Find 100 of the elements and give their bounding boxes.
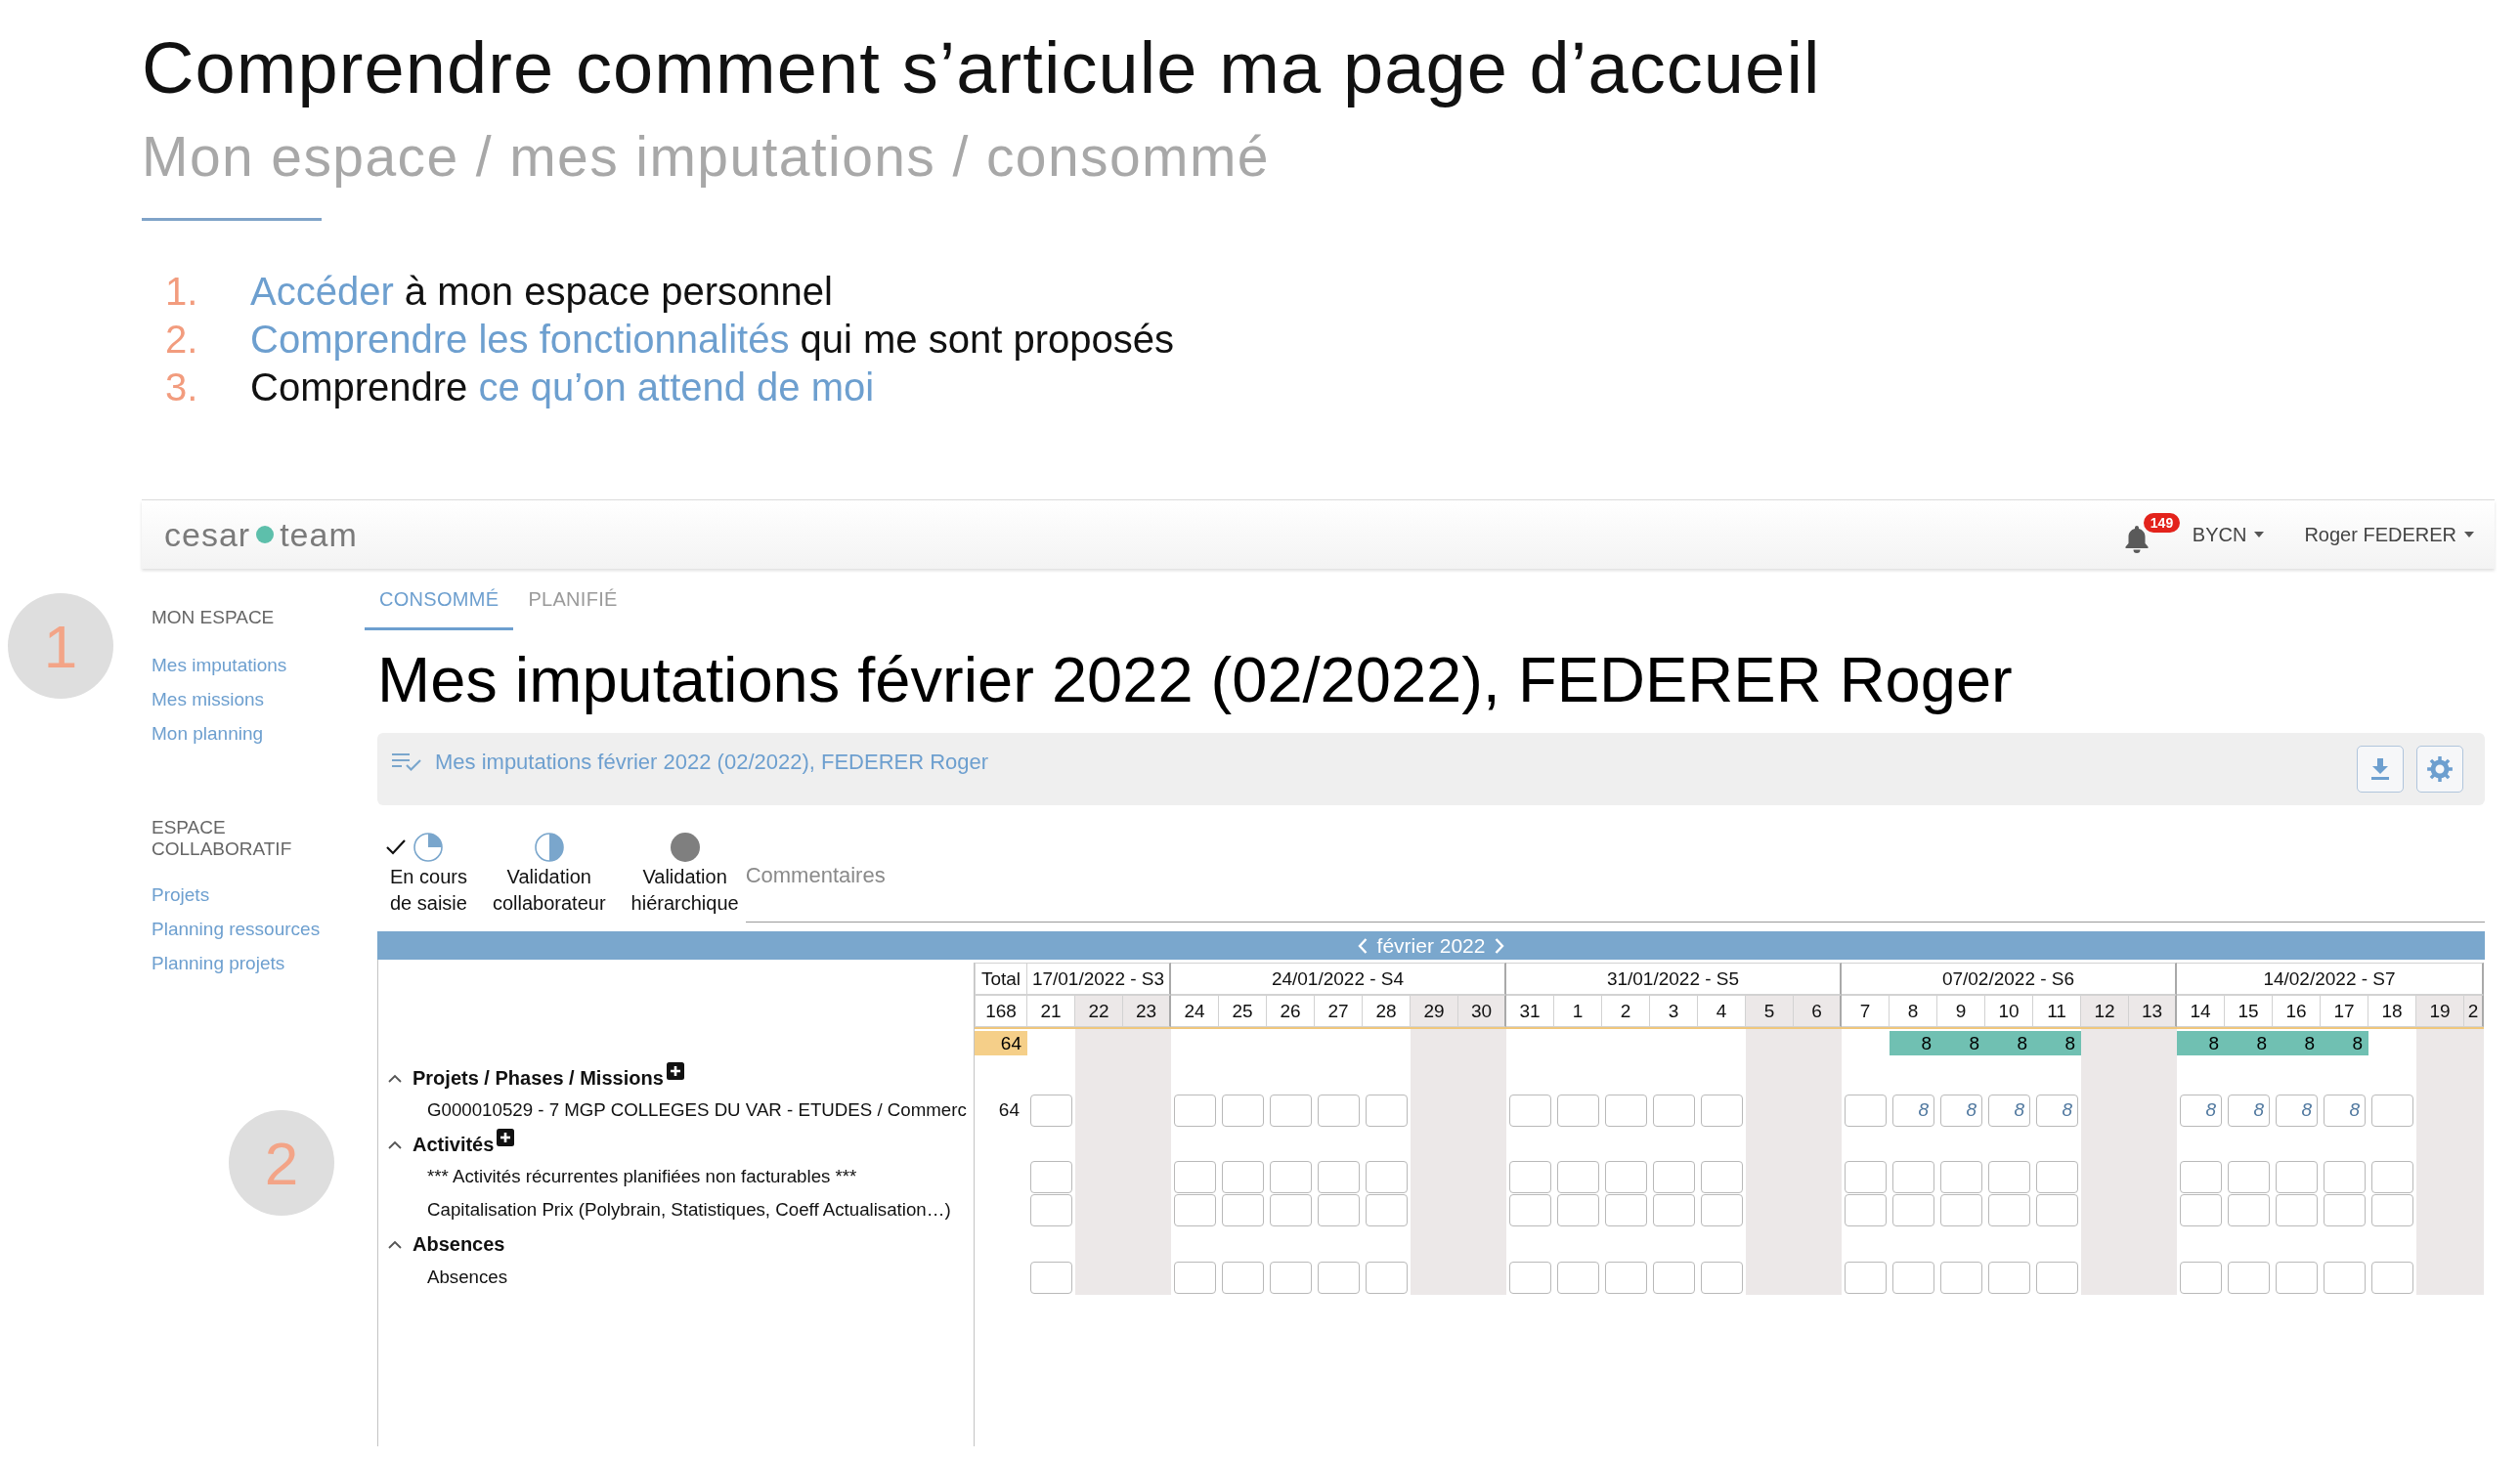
hours-input[interactable]: [1270, 1261, 1312, 1294]
hours-input[interactable]: [2180, 1261, 2222, 1294]
hours-input[interactable]: [1366, 1193, 1408, 1226]
hours-input[interactable]: [1653, 1160, 1695, 1193]
hours-input[interactable]: 8: [1940, 1094, 1982, 1127]
hours-input[interactable]: [1892, 1193, 1934, 1226]
hours-input[interactable]: 8: [1988, 1094, 2030, 1127]
hours-input[interactable]: [1509, 1261, 1551, 1294]
hours-input[interactable]: [1845, 1160, 1887, 1193]
hours-input[interactable]: 8: [2036, 1094, 2078, 1127]
hours-input[interactable]: [2371, 1193, 2413, 1226]
nav-link[interactable]: Mes missions: [152, 682, 265, 716]
add-icon[interactable]: [666, 1062, 684, 1080]
tab[interactable]: CONSOMMÉ: [365, 585, 514, 630]
hours-input[interactable]: [2036, 1160, 2078, 1193]
hours-input[interactable]: [1701, 1261, 1743, 1294]
hours-input[interactable]: [1988, 1160, 2030, 1193]
chevron-left-icon[interactable]: [1357, 937, 1368, 954]
hours-input[interactable]: [2324, 1261, 2366, 1294]
hours-input[interactable]: [2228, 1160, 2270, 1193]
hours-input[interactable]: [2228, 1261, 2270, 1294]
settings-button[interactable]: [2416, 746, 2463, 793]
chevron-icon[interactable]: [388, 1239, 402, 1249]
hours-input[interactable]: [1605, 1193, 1647, 1226]
hours-input[interactable]: [1174, 1094, 1216, 1127]
hours-input[interactable]: [1845, 1261, 1887, 1294]
menu-button[interactable]: BYCN: [2192, 523, 2265, 546]
hours-input[interactable]: [2371, 1261, 2413, 1294]
hours-input[interactable]: [1653, 1261, 1695, 1294]
hours-input[interactable]: [1366, 1261, 1408, 1294]
download-button[interactable]: [2357, 746, 2404, 793]
hours-input[interactable]: [1030, 1261, 1072, 1294]
hours-input[interactable]: [2036, 1193, 2078, 1226]
hours-input[interactable]: [1701, 1160, 1743, 1193]
hours-input[interactable]: [1174, 1160, 1216, 1193]
nav-link[interactable]: Planning projets: [152, 946, 285, 980]
hours-input[interactable]: [1557, 1094, 1599, 1127]
hours-input[interactable]: [1222, 1193, 1264, 1226]
hours-input[interactable]: [1366, 1160, 1408, 1193]
hours-input[interactable]: [1222, 1261, 1264, 1294]
hours-input[interactable]: 8: [2324, 1094, 2366, 1127]
hours-input[interactable]: [2276, 1261, 2318, 1294]
hours-input[interactable]: [1318, 1160, 1360, 1193]
hours-input[interactable]: [1509, 1094, 1551, 1127]
hours-input[interactable]: [2036, 1261, 2078, 1294]
hours-input[interactable]: [2324, 1160, 2366, 1193]
hours-input[interactable]: [2371, 1160, 2413, 1193]
menu-button[interactable]: Roger FEDERER: [2304, 523, 2474, 546]
hours-input[interactable]: [2180, 1160, 2222, 1193]
hours-input[interactable]: [1270, 1193, 1312, 1226]
chevron-icon[interactable]: [388, 1073, 402, 1083]
hours-input[interactable]: [1509, 1193, 1551, 1226]
bell-icon[interactable]: [2123, 526, 2150, 553]
nav-link[interactable]: Projets: [152, 878, 210, 912]
hours-input[interactable]: [1222, 1094, 1264, 1127]
hours-input[interactable]: [1509, 1160, 1551, 1193]
hours-input[interactable]: 8: [1892, 1094, 1934, 1127]
tab[interactable]: PLANIFIÉ: [513, 585, 632, 630]
hours-input[interactable]: 8: [2180, 1094, 2222, 1127]
hours-input[interactable]: [1653, 1094, 1695, 1127]
hours-input[interactable]: [1270, 1160, 1312, 1193]
hours-input[interactable]: [1940, 1193, 1982, 1226]
hours-input[interactable]: [1174, 1193, 1216, 1226]
hours-input[interactable]: [1892, 1261, 1934, 1294]
hours-input[interactable]: [1605, 1094, 1647, 1127]
hours-input[interactable]: [1030, 1160, 1072, 1193]
hours-input[interactable]: [2276, 1193, 2318, 1226]
hours-input[interactable]: [1653, 1193, 1695, 1226]
hours-input[interactable]: [1940, 1261, 1982, 1294]
hours-input[interactable]: [1988, 1193, 2030, 1226]
hours-input[interactable]: [1701, 1193, 1743, 1226]
hours-input[interactable]: [1318, 1094, 1360, 1127]
hours-input[interactable]: [2228, 1193, 2270, 1226]
hours-input[interactable]: [2371, 1094, 2413, 1127]
hours-input[interactable]: [1845, 1094, 1887, 1127]
chevron-right-icon[interactable]: [1495, 937, 1505, 954]
hours-input[interactable]: [1318, 1261, 1360, 1294]
hours-input[interactable]: [1318, 1193, 1360, 1226]
hours-input[interactable]: [1988, 1261, 2030, 1294]
hours-input[interactable]: [1605, 1160, 1647, 1193]
hours-input[interactable]: [1222, 1160, 1264, 1193]
hours-input[interactable]: [1366, 1094, 1408, 1127]
hours-input[interactable]: [1892, 1160, 1934, 1193]
hours-input[interactable]: [1940, 1160, 1982, 1193]
hours-input[interactable]: [1605, 1261, 1647, 1294]
hours-input[interactable]: [1270, 1094, 1312, 1127]
hours-input[interactable]: [2324, 1193, 2366, 1226]
hours-input[interactable]: [1701, 1094, 1743, 1127]
hours-input[interactable]: [1557, 1261, 1599, 1294]
hours-input[interactable]: [1845, 1193, 1887, 1226]
nav-link[interactable]: Planning ressources: [152, 912, 321, 946]
hours-input[interactable]: [1030, 1193, 1072, 1226]
hours-input[interactable]: [1174, 1261, 1216, 1294]
nav-link[interactable]: Mes imputations: [152, 648, 287, 682]
add-icon[interactable]: [497, 1129, 515, 1146]
hours-input[interactable]: [2180, 1193, 2222, 1226]
hours-input[interactable]: [1557, 1193, 1599, 1226]
hours-input[interactable]: 8: [2276, 1094, 2318, 1127]
hours-input[interactable]: [1557, 1160, 1599, 1193]
hours-input[interactable]: [1030, 1094, 1072, 1127]
